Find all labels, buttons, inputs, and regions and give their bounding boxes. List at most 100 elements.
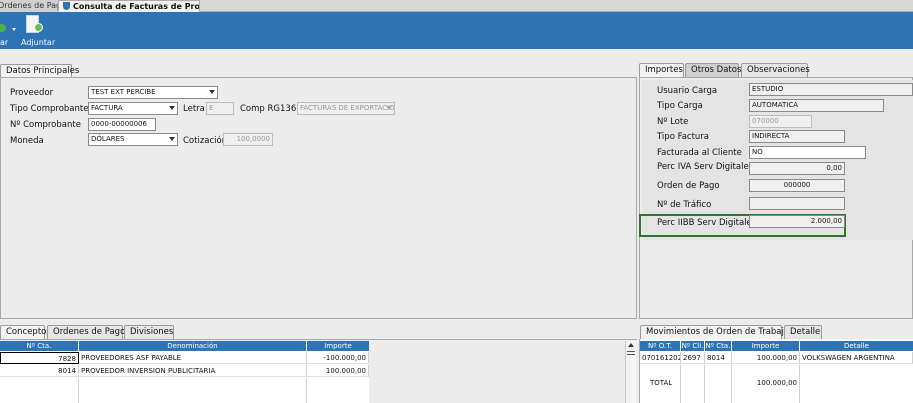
tab-detalle-label: Detalle <box>790 327 821 337</box>
tab-importes-label: Importes <box>645 65 683 75</box>
cell-denominacion-row2[interactable]: PROVEEDOR INVERSION PUBLICITARIA <box>79 365 307 377</box>
tab-observaciones-label: Observaciones <box>747 65 810 75</box>
empty-col-line <box>79 378 307 403</box>
tab-conceptos[interactable]: Conceptos <box>0 325 51 339</box>
tab-otros-datos[interactable]: Otros Datos <box>685 63 742 77</box>
tipo-comprobante-value: FACTURA <box>91 104 123 112</box>
col-header-cli[interactable]: Nº Cli. <box>681 341 705 351</box>
tipo-comprobante-select[interactable]: FACTURA <box>88 102 178 115</box>
tipo-carga-field[interactable]: AUTOMATICA <box>749 99 884 112</box>
proveedor-select[interactable]: TEST EXT PERCIBE <box>88 86 218 99</box>
perc-iibb-field[interactable]: 2.000,00 <box>749 215 845 228</box>
col-header-detalle[interactable]: Detalle <box>800 341 913 351</box>
cotizacion-label: Cotización <box>183 136 228 146</box>
cell-cli[interactable]: 2697 <box>681 352 705 364</box>
moneda-label: Moneda <box>10 136 44 146</box>
tab-importes[interactable]: Importes <box>639 63 684 77</box>
tab-ordenes-de-pago-label: Ordenes de Pago <box>0 1 58 10</box>
usuario-carga-field[interactable]: ESTUDIO <box>749 83 913 96</box>
tab-movimientos-label: Movimientos de Orden de Trabajo <box>646 327 790 337</box>
orden-pago-label: Orden de Pago <box>657 181 720 191</box>
orden-pago-field[interactable]: 000000 <box>749 179 845 192</box>
perc-iibb-value: 2.000,00 <box>810 217 842 225</box>
ribbon-toolbar: ar Adjuntar <box>0 12 913 49</box>
cotizacion-value: 100,0000 <box>236 135 270 143</box>
orden-pago-value: 000000 <box>783 181 811 189</box>
proveedor-value: TEST EXT PERCIBE <box>91 88 156 96</box>
perc-iva-label: Perc IVA Serv Digitales <box>657 162 754 172</box>
tipo-factura-value: INDIRECTA <box>752 132 790 140</box>
moneda-value: DÓLARES <box>91 135 125 143</box>
chevron-down-icon <box>209 90 215 94</box>
tab-divisiones[interactable]: Divisiones <box>124 325 174 339</box>
tab-movimientos[interactable]: Movimientos de Orden de Trabajo <box>640 325 789 339</box>
comp-rg1361-value: FACTURAS DE EXPORTACIO <box>300 104 395 112</box>
cell-importe[interactable]: 100.000,00 <box>732 352 800 364</box>
chevron-down-icon <box>169 106 175 110</box>
tab-consulta-facturas-label: Consulta de Facturas de Proveed... <box>73 2 200 11</box>
proveedor-label: Proveedor <box>10 88 54 98</box>
scroll-thumb[interactable] <box>627 351 635 355</box>
facturada-label: Facturada al Cliente <box>657 148 742 158</box>
cell-ot[interactable]: 0701612020 <box>640 352 681 364</box>
tab-divisiones-label: Divisiones <box>130 327 174 337</box>
dropdown-arrow-icon[interactable] <box>12 28 16 31</box>
moneda-select[interactable]: DÓLARES <box>88 133 178 146</box>
ribbon-left-label[interactable]: ar <box>0 38 8 47</box>
cell-denominacion-row1[interactable]: PROVEEDORES ASF PAYABLE <box>79 352 307 364</box>
usuario-carga-label: Usuario Carga <box>657 86 718 96</box>
cell-importe-row1[interactable]: -100.000,00 <box>307 352 369 364</box>
tipo-factura-label: Tipo Factura <box>657 132 710 142</box>
tab-consulta-facturas[interactable]: Consulta de Facturas de Proveed... <box>58 0 200 12</box>
letra-field: E <box>206 102 234 115</box>
empty-col-line <box>0 378 79 403</box>
scroll-up-icon[interactable] <box>628 343 634 347</box>
chevron-down-icon <box>386 106 392 110</box>
tab-datos-principales[interactable]: Datos Principales <box>0 64 79 78</box>
tipo-factura-field[interactable]: INDIRECTA <box>749 130 845 143</box>
chevron-down-icon <box>169 137 175 141</box>
lote-value: 070000 <box>752 117 779 125</box>
cotizacion-field: 100,0000 <box>223 133 273 146</box>
total-value: 100.000,00 <box>732 377 800 389</box>
conceptos-scrollbar[interactable] <box>625 341 636 403</box>
trafico-field[interactable] <box>749 197 845 210</box>
adjuntar-button[interactable]: Adjuntar <box>21 14 55 48</box>
cell-importe-row2[interactable]: 100.000,00 <box>307 365 369 377</box>
empty-col-line <box>681 365 705 403</box>
cell-cta-row1[interactable]: 7828 <box>0 352 79 364</box>
usuario-carga-value: ESTUDIO <box>752 85 784 93</box>
shield-icon <box>63 2 70 10</box>
green-action-icon <box>0 24 6 32</box>
tab-observaciones[interactable]: Observaciones <box>741 63 810 77</box>
comp-rg1361-select: FACTURAS DE EXPORTACIO <box>297 102 395 115</box>
trafico-label: Nº de Tráfico <box>657 200 712 210</box>
nro-comprobante-field[interactable]: 0000-00000006 <box>88 118 156 131</box>
cell-detalle[interactable]: VOLKSWAGEN ARGENTINA <box>800 352 913 364</box>
facturada-value: NO <box>752 148 763 156</box>
tab-datos-principales-label: Datos Principales <box>6 66 80 76</box>
tab-ordenes-de-pago[interactable]: Ordenes de Pago <box>0 0 58 12</box>
tab-ordenes-pago[interactable]: Ordenes de Pago <box>47 325 126 339</box>
tipo-comprobante-label: Tipo Comprobante <box>10 104 89 114</box>
col-header-importe[interactable]: Importe <box>732 341 800 351</box>
facturada-field[interactable]: NO <box>749 146 866 159</box>
col-header-cta[interactable]: Nº Cta. <box>705 341 732 351</box>
total-label: TOTAL <box>650 379 673 387</box>
col-header-denominacion[interactable]: Denominación <box>79 341 307 351</box>
col-header-cta[interactable]: Nº Cta. <box>0 341 79 351</box>
perc-iibb-label: Perc IIBB Serv Digitales <box>657 218 757 228</box>
col-header-importe[interactable]: Importe <box>307 341 369 351</box>
letra-value: E <box>209 104 214 112</box>
tipo-carga-label: Tipo Carga <box>657 101 703 111</box>
adjuntar-label: Adjuntar <box>21 38 56 47</box>
perc-iva-field[interactable]: 0,00 <box>749 162 845 175</box>
cell-cta[interactable]: 8014 <box>705 352 732 364</box>
cell-cta-row2[interactable]: 8014 <box>0 365 79 377</box>
tab-ordenes-pago-label: Ordenes de Pago <box>53 327 126 337</box>
tab-conceptos-label: Conceptos <box>6 327 51 337</box>
nro-comprobante-label: Nº Comprobante <box>10 120 81 130</box>
col-header-ot[interactable]: Nº O.T. <box>640 341 681 351</box>
tab-detalle[interactable]: Detalle <box>784 325 822 339</box>
tab-otros-datos-label: Otros Datos <box>691 65 742 75</box>
